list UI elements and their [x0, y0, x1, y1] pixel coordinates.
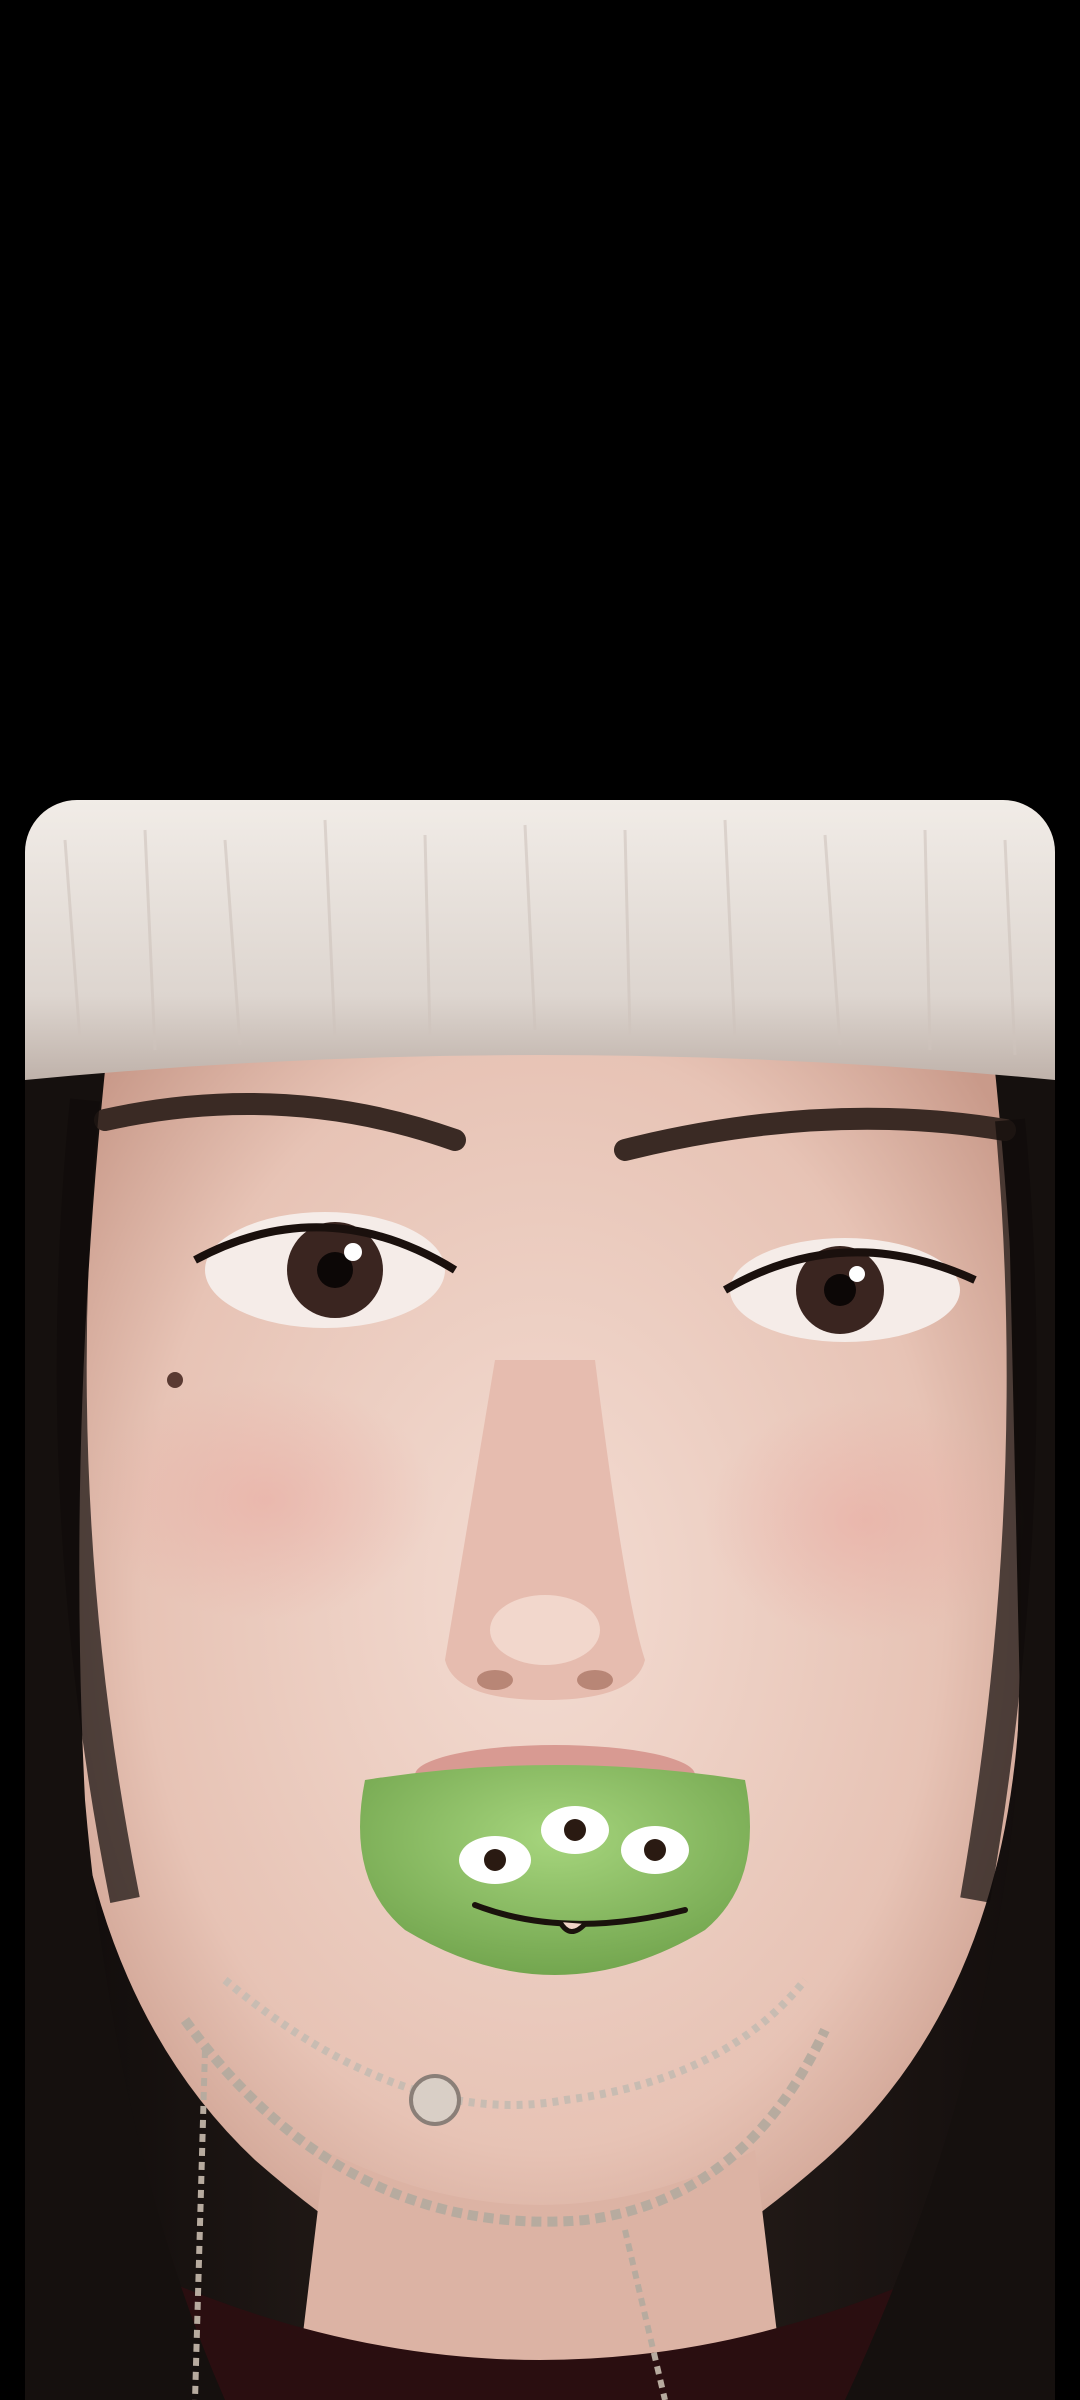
selfie-photo — [25, 800, 1055, 2400]
left-cheek — [95, 1380, 435, 1620]
mole — [167, 1372, 183, 1388]
screen — [0, 0, 1080, 2400]
fur-hat — [25, 800, 1055, 1080]
photo-card[interactable] — [25, 800, 1055, 2400]
right-cheek — [705, 1400, 1025, 1640]
